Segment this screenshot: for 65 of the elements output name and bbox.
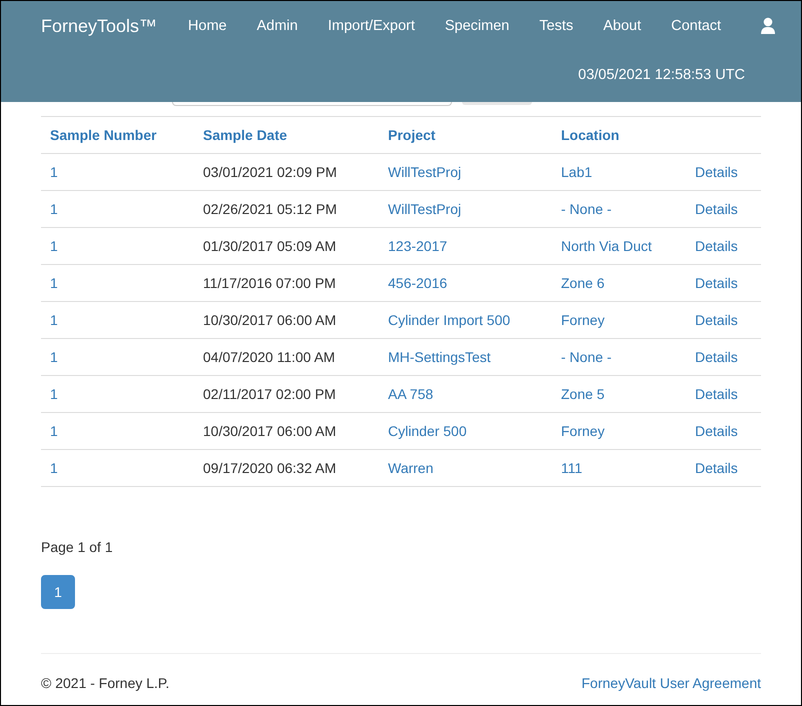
sample-date: 02/11/2017 02:00 PM <box>203 386 336 402</box>
sample-date: 01/30/2017 05:09 AM <box>203 238 336 254</box>
nav-link[interactable]: Import/Export <box>312 18 430 34</box>
sample-number[interactable]: 1 <box>50 460 58 476</box>
location-link[interactable]: - None - <box>561 201 612 217</box>
user-icon[interactable] <box>761 17 775 35</box>
page-summary: Page 1 of 1 <box>41 539 114 555</box>
location-link[interactable]: - None - <box>561 349 612 365</box>
project-link[interactable]: 456-2016 <box>388 275 448 291</box>
nav-link[interactable]: Tests <box>524 18 588 34</box>
details-link[interactable]: Details <box>695 275 738 291</box>
nav-link[interactable]: Contact <box>656 18 736 34</box>
sample-number[interactable]: 1 <box>50 386 58 402</box>
timestamp: 03/05/2021 12:58:53 UTC <box>578 67 745 83</box>
details-link[interactable]: Details <box>695 238 738 254</box>
sample-number[interactable]: 1 <box>50 275 58 291</box>
details-link[interactable]: Details <box>695 201 738 217</box>
column-header[interactable]: Sample Number <box>50 127 157 143</box>
sample-date: 02/26/2021 05:12 PM <box>203 201 337 217</box>
location-link[interactable]: Lab1 <box>561 164 592 180</box>
sample-date: 10/30/2017 06:00 AM <box>203 312 336 328</box>
sample-date: 11/17/2016 07:00 PM <box>203 275 336 291</box>
sample-date: 03/01/2021 02:09 PM <box>203 164 337 180</box>
details-link[interactable]: Details <box>695 164 738 180</box>
sample-number[interactable]: 1 <box>50 423 58 439</box>
details-link[interactable]: Details <box>695 460 738 476</box>
nav-link[interactable]: Specimen <box>430 18 524 34</box>
nav-link[interactable]: About <box>588 18 656 34</box>
sample-number[interactable]: 1 <box>50 238 58 254</box>
search-button[interactable] <box>462 102 532 105</box>
project-link[interactable]: Warren <box>388 460 434 476</box>
details-link[interactable]: Details <box>695 423 738 439</box>
details-link[interactable]: Details <box>695 386 738 402</box>
location-link[interactable]: Forney <box>561 312 605 328</box>
location-link[interactable]: Zone 5 <box>561 386 605 402</box>
location-link[interactable]: North Via Duct <box>561 238 652 254</box>
sample-number[interactable]: 1 <box>50 164 58 180</box>
details-link[interactable]: Details <box>695 312 738 328</box>
user-agreement-link[interactable]: ForneyVault User Agreement <box>582 675 761 691</box>
location-link[interactable]: 111 <box>561 460 582 476</box>
sample-number[interactable]: 1 <box>50 349 58 365</box>
column-header[interactable]: Project <box>388 127 436 143</box>
sample-date: 09/17/2020 06:32 AM <box>203 460 336 476</box>
project-link[interactable]: Cylinder Import 500 <box>388 312 510 328</box>
details-link[interactable]: Details <box>695 349 738 365</box>
project-link[interactable]: MH-SettingsTest <box>388 349 491 365</box>
project-link[interactable]: Cylinder 500 <box>388 423 467 439</box>
column-header[interactable]: Location <box>561 127 620 143</box>
sample-number[interactable]: 1 <box>50 312 58 328</box>
copyright-text: © 2021 - Forney L.P. <box>41 675 170 691</box>
project-link[interactable]: WillTestProj <box>388 164 462 180</box>
location-link[interactable]: Forney <box>561 423 605 439</box>
location-link[interactable]: Zone 6 <box>561 275 605 291</box>
project-link[interactable]: AA 758 <box>388 386 434 402</box>
page-button[interactable]: 1 <box>41 575 75 609</box>
project-link[interactable]: WillTestProj <box>388 201 462 217</box>
nav-link[interactable]: Home <box>173 18 242 34</box>
column-header[interactable]: Sample Date <box>203 127 288 143</box>
sample-date: 10/30/2017 06:00 AM <box>203 423 336 439</box>
sample-date: 04/07/2020 11:00 AM <box>203 349 336 365</box>
project-link[interactable]: 123-2017 <box>388 238 448 254</box>
nav-link[interactable]: Admin <box>242 18 313 34</box>
search-field[interactable] <box>172 102 452 106</box>
sample-number[interactable]: 1 <box>50 201 58 217</box>
brand-logo[interactable]: ForneyTools™ <box>41 16 158 36</box>
